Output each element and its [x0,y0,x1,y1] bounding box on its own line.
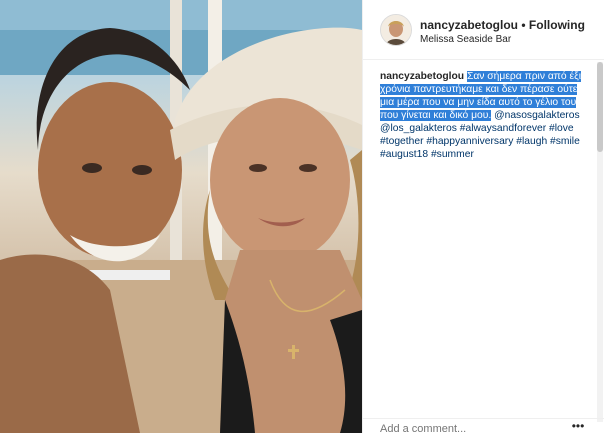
comment-input[interactable] [380,422,560,436]
avatar-image [381,15,411,45]
mention-link[interactable]: @nasosgalakteros [494,110,579,121]
post-side-panel: nancyzabetoglou • Following Melissa Seas… [362,0,604,436]
comments-scrollbar[interactable] [597,62,603,422]
post-header: nancyzabetoglou • Following Melissa Seas… [363,0,604,60]
caption-username[interactable]: nancyzabetoglou [380,71,464,82]
following-button[interactable]: Following [529,18,585,32]
more-options-icon[interactable]: ••• [568,420,588,433]
mention-link[interactable]: @los_galakteros [380,123,457,134]
header-username[interactable]: nancyzabetoglou [420,18,518,32]
post-photo[interactable] [0,0,362,433]
avatar[interactable] [380,14,412,46]
comment-bar: ••• [363,418,604,436]
separator-dot: • [521,18,526,32]
caption: nancyzabetoglou Σαν σήμερα πριν από έξι … [380,70,586,161]
beach-selfie-image [0,0,362,433]
location-link[interactable]: Melissa Seaside Bar [420,34,511,45]
scrollbar-thumb[interactable] [597,62,603,152]
hashtag-link[interactable]: #alwaysandforever [460,123,546,134]
